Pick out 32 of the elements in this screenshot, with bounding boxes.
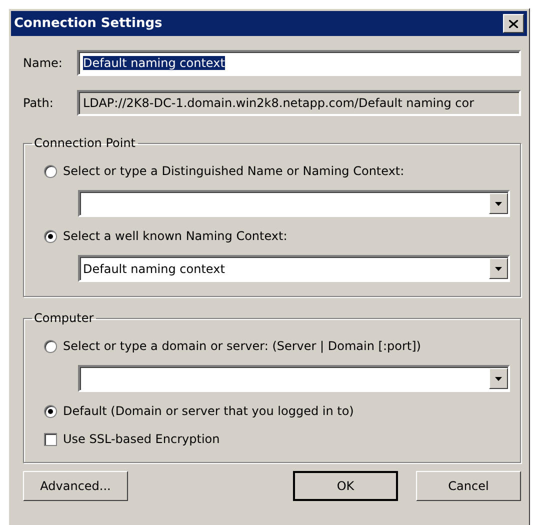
radio-button[interactable] xyxy=(44,164,57,178)
dropdown-button[interactable] xyxy=(489,258,508,279)
option-label: Default (Domain or server that you logged in to) xyxy=(63,404,354,418)
name-field[interactable]: Default naming context xyxy=(77,50,521,76)
group-title: Computer xyxy=(33,311,95,325)
dropdown-button[interactable] xyxy=(489,368,508,389)
option-label: Use SSL-based Encryption xyxy=(63,432,220,446)
dropdown-arrow-icon xyxy=(495,202,502,206)
path-label: Path: xyxy=(23,96,54,110)
dropdown-arrow-icon xyxy=(495,376,502,380)
close-button[interactable] xyxy=(503,14,524,33)
name-label: Name: xyxy=(23,56,64,70)
close-icon xyxy=(509,20,518,28)
dialog-button[interactable]: Cancel xyxy=(416,471,521,501)
dialog-button[interactable]: Advanced... xyxy=(23,471,128,501)
combo-box[interactable] xyxy=(78,190,510,217)
radio-button[interactable] xyxy=(44,340,57,352)
group-title: Connection Point xyxy=(33,136,137,150)
dropdown-button[interactable] xyxy=(489,193,508,214)
window-title: Connection Settings xyxy=(14,16,162,31)
option-label: Select a well known Naming Context: xyxy=(63,229,288,243)
checkbox[interactable] xyxy=(44,432,57,446)
radio-button[interactable] xyxy=(44,404,57,418)
name-value: Default naming context xyxy=(83,56,225,70)
radio-button[interactable] xyxy=(44,230,57,242)
dropdown-arrow-icon xyxy=(495,266,502,270)
option-label: Select or type a domain or server: (Server | Domain [:port]) xyxy=(63,339,421,353)
path-field[interactable]: LDAP://2K8-DC-1.domain.win2k8.netapp.com/Default naming cor xyxy=(77,90,521,116)
option-label: Select or type a Distinguished Name or Naming Context: xyxy=(63,164,404,178)
combo-box[interactable] xyxy=(78,365,510,392)
dialog-button[interactable]: OK xyxy=(293,471,398,501)
combo-box[interactable]: Default naming context xyxy=(78,255,510,282)
